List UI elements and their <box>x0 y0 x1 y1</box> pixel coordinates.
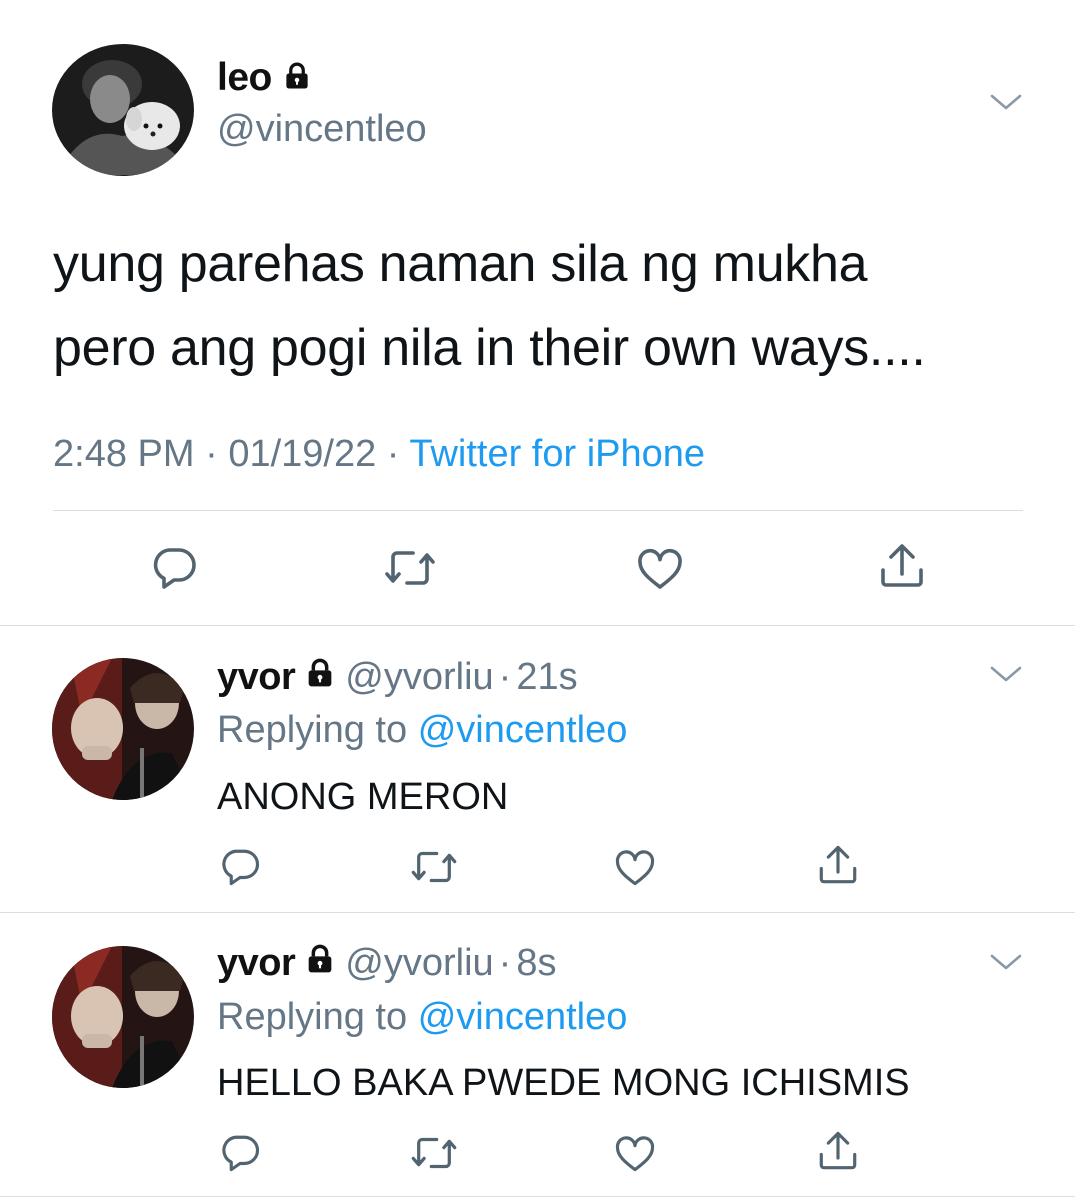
reply-icon[interactable] <box>219 1133 261 1173</box>
share-icon[interactable] <box>816 1129 860 1173</box>
reply-timestamp[interactable]: 8s <box>516 942 556 985</box>
reply-author-handle[interactable]: @yvorliu <box>345 656 493 699</box>
lock-icon <box>282 61 312 96</box>
tweet-source-link[interactable]: Twitter for iPhone <box>409 433 705 475</box>
chevron-down-icon[interactable] <box>989 952 1023 977</box>
share-icon[interactable] <box>816 843 860 887</box>
avatar-leo[interactable] <box>52 44 194 176</box>
chevron-down-icon[interactable] <box>989 92 1023 117</box>
like-icon[interactable] <box>614 847 656 887</box>
reply-timestamp[interactable]: 21s <box>516 656 577 699</box>
author-handle[interactable]: @vincentleo <box>217 108 427 151</box>
replying-to-link[interactable]: @vincentleo <box>418 996 628 1038</box>
retweet-icon[interactable] <box>385 548 435 588</box>
reply-icon[interactable] <box>219 847 261 887</box>
reply-text: HELLO BAKA PWEDE MONG ICHISMIS <box>217 1062 910 1104</box>
lock-icon <box>304 942 336 985</box>
divider <box>0 912 1075 913</box>
avatar-yvor[interactable] <box>52 658 194 800</box>
tweet-text-line: yung parehas naman sila ng mukha <box>53 235 868 293</box>
like-icon[interactable] <box>636 546 684 590</box>
share-icon[interactable] <box>877 542 927 590</box>
tweet-date: 01/19/22 <box>228 433 377 475</box>
tweet-time: 2:48 PM <box>53 433 195 475</box>
meta-separator: · <box>205 433 218 475</box>
reply-author-handle[interactable]: @yvorliu <box>345 942 493 985</box>
replying-to-label: Replying to <box>217 709 408 751</box>
reply-text: ANONG MERON <box>217 776 509 818</box>
reply-author-name[interactable]: yvor <box>217 656 296 699</box>
chevron-down-icon[interactable] <box>989 664 1023 689</box>
replying-to-link[interactable]: @vincentleo <box>418 709 628 751</box>
divider <box>0 1196 1075 1197</box>
lock-icon <box>304 656 336 699</box>
like-icon[interactable] <box>614 1133 656 1173</box>
divider <box>0 625 1075 626</box>
meta-separator: · <box>498 941 512 984</box>
replying-to: Replying to @vincentleo <box>217 709 627 752</box>
tweet-meta: 2:48 PM · 01/19/22 · Twitter for iPhone <box>53 433 705 476</box>
tweet-text-line: pero ang pogi nila in their own ways.... <box>53 319 926 377</box>
reply-author-name[interactable]: yvor <box>217 942 296 985</box>
replying-to: Replying to @vincentleo <box>217 996 627 1039</box>
replying-to-label: Replying to <box>217 996 408 1038</box>
retweet-icon[interactable] <box>411 849 457 885</box>
meta-separator: · <box>386 433 400 475</box>
reply-icon[interactable] <box>150 546 198 590</box>
avatar-yvor[interactable] <box>52 946 194 1088</box>
author-name[interactable]: leo <box>217 56 272 100</box>
tweet-text: yung parehas naman sila ng mukha pero an… <box>53 222 926 390</box>
divider <box>53 510 1023 511</box>
meta-separator: · <box>498 655 512 698</box>
retweet-icon[interactable] <box>411 1135 457 1171</box>
